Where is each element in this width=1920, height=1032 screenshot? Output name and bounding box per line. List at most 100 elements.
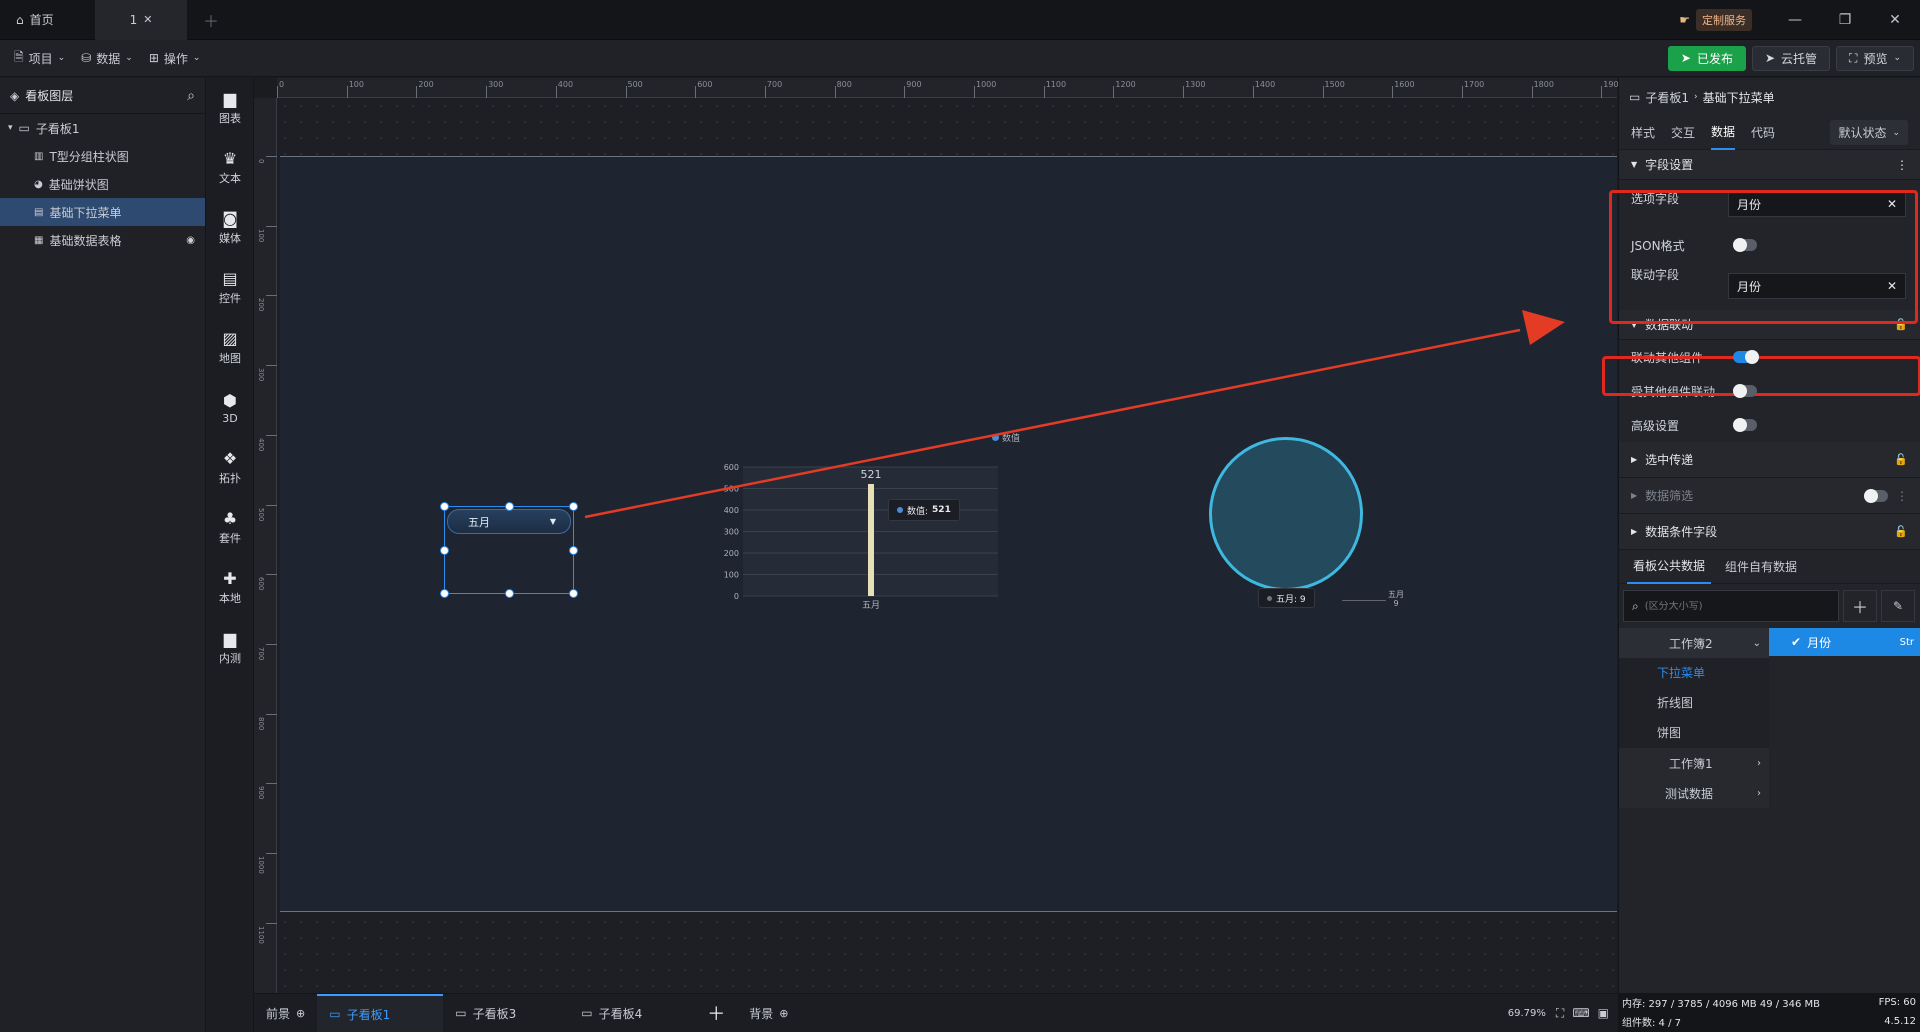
search-icon[interactable]: ⌕ xyxy=(187,88,195,104)
tree-item-dropdown[interactable]: 下拉菜单 xyxy=(1619,658,1769,688)
column-item-month[interactable]: ✔ 月份 Str xyxy=(1769,628,1920,656)
advanced-settings-row: 高级设置 xyxy=(1619,408,1920,442)
tab-code[interactable]: 代码 xyxy=(1751,116,1775,150)
add-data-button[interactable]: ＋ xyxy=(1843,590,1877,622)
more-vertical-icon[interactable]: ⋮ xyxy=(1896,489,1908,503)
minimize-button[interactable]: — xyxy=(1770,0,1820,40)
tool-chart[interactable]: ▆ 图表 xyxy=(206,78,254,138)
tab-component-own-data[interactable]: 组件自有数据 xyxy=(1725,558,1797,575)
publish-button[interactable]: ➤ 已发布 xyxy=(1667,45,1746,71)
minimize-icon: — xyxy=(1788,11,1802,28)
tab-foreground-label: 前景 xyxy=(266,1006,291,1021)
layer-item-pie-chart[interactable]: ◕ 基础饼状图 xyxy=(0,170,205,198)
tab-data[interactable]: 数据 xyxy=(1711,116,1736,150)
menu-project[interactable]: 🗎 项目 ⌄ xyxy=(6,40,73,77)
keyboard-icon[interactable]: ⌨ xyxy=(1572,1006,1589,1020)
section-title: 字段设置 xyxy=(1645,158,1694,172)
tool-media[interactable]: ◙ 媒体 xyxy=(206,198,254,258)
tool-control[interactable]: ▤ 控件 xyxy=(206,258,254,318)
tab-board-public-data[interactable]: 看板公共数据 xyxy=(1627,550,1712,584)
tool-beta[interactable]: ▆ 内测 xyxy=(206,618,254,678)
ruler-label: 1100 xyxy=(1045,80,1067,89)
tab-home[interactable]: ⌂ 首页 xyxy=(0,0,95,40)
close-window-button[interactable]: ✕ xyxy=(1870,0,1920,40)
receive-link-toggle[interactable] xyxy=(1733,384,1757,398)
section-data-filter[interactable]: ▶ 数据筛选 ⋮ xyxy=(1619,478,1920,514)
resize-handle-nw[interactable] xyxy=(440,502,449,511)
fit-screen-icon[interactable]: ⛶ xyxy=(1556,1006,1564,1021)
tree-test-data[interactable]: 测试数据 › xyxy=(1619,778,1769,808)
edit-data-button[interactable]: ✎ xyxy=(1881,590,1915,622)
resize-handle-s[interactable] xyxy=(505,589,514,598)
add-tab-button[interactable]: ＋ xyxy=(187,0,235,40)
pie-chart-component[interactable]: 五月: 9 五月 9 xyxy=(1200,430,1420,610)
tab-style[interactable]: 样式 xyxy=(1631,116,1655,150)
lock-icon[interactable]: 🔓 xyxy=(1894,525,1908,538)
section-selected-pass[interactable]: ▶ 选中传递 🔓 xyxy=(1619,442,1920,478)
data-search-input[interactable] xyxy=(1644,600,1815,612)
add-circle-icon[interactable]: ⊕ xyxy=(779,1007,788,1020)
zoom-level[interactable]: 69.79% xyxy=(1508,1008,1546,1019)
tab-foreground[interactable]: 前景 ⊕ xyxy=(254,994,317,1032)
tool-topology[interactable]: ❖ 拓扑 xyxy=(206,438,254,498)
layer-item-table[interactable]: ▦ 基础数据表格 ◉ xyxy=(0,226,205,254)
dropdown-component[interactable]: 五月 ▼ xyxy=(440,502,578,598)
resize-handle-se[interactable] xyxy=(569,589,578,598)
cloud-host-button[interactable]: ➤ 云托管 xyxy=(1751,45,1831,71)
tree-item-line-chart[interactable]: 折线图 xyxy=(1619,688,1769,718)
menu-operation[interactable]: ⊞ 操作 ⌄ xyxy=(141,40,209,77)
restore-button[interactable]: ❐ xyxy=(1820,0,1870,40)
section-field-settings[interactable]: ▼ 字段设置 ⋮ xyxy=(1619,150,1920,180)
custom-service-button[interactable]: ☛ 定制服务 xyxy=(1679,8,1752,31)
send-icon: ➤ xyxy=(1764,51,1776,65)
tree-sheet-1[interactable]: 工作簿1 › xyxy=(1619,748,1769,778)
terminal-icon[interactable]: ▣ xyxy=(1598,1006,1609,1020)
layer-root[interactable]: ▾ ▭ 子看板1 xyxy=(0,114,205,142)
lock-icon[interactable]: 🔓 xyxy=(1894,453,1908,466)
add-circle-icon[interactable]: ⊕ xyxy=(296,1007,305,1020)
menu-data[interactable]: ⛁ 数据 ⌄ xyxy=(73,40,141,77)
preview-button[interactable]: ⛶ 预览 ⌄ xyxy=(1836,45,1914,71)
board-tab-bar: 前景 ⊕ ▭ 子看板1 ▭ 子看板3 ▭ 子看板4 ＋ 背景 ⊕ 69.79% … xyxy=(254,993,1617,1032)
close-icon[interactable]: ✕ xyxy=(143,13,152,26)
chevron-right-icon: › xyxy=(1757,757,1761,769)
tab-board-4[interactable]: ▭ 子看板4 xyxy=(569,994,695,1032)
resize-handle-w[interactable] xyxy=(440,546,449,555)
breadcrumb-root[interactable]: 子看板1 xyxy=(1645,89,1689,106)
data-search-box[interactable]: ⌕ xyxy=(1623,590,1839,622)
tab-board-4-label: 子看板4 xyxy=(598,1006,643,1021)
layer-item-dropdown[interactable]: ▤ 基础下拉菜单 xyxy=(0,198,205,226)
tab-board-1[interactable]: 1 ✕ xyxy=(95,0,187,40)
json-format-toggle[interactable] xyxy=(1733,238,1757,252)
state-select[interactable]: 默认状态 ⌄ xyxy=(1830,120,1908,145)
ruler-label: 200 xyxy=(418,80,434,89)
tool-local[interactable]: ✚ 本地 xyxy=(206,558,254,618)
resize-handle-ne[interactable] xyxy=(569,502,578,511)
tool-map[interactable]: ▨ 地图 xyxy=(206,318,254,378)
crown-icon: ♛ xyxy=(222,149,238,168)
eye-off-icon[interactable]: ◉ xyxy=(186,235,195,246)
resize-handle-sw[interactable] xyxy=(440,589,449,598)
tab-board-1[interactable]: ▭ 子看板1 xyxy=(317,993,444,1032)
bar-chart-component[interactable]: 600 500 400 300 200 100 0 521 五月 数值 数值: 521 xyxy=(720,430,1020,630)
tree-sheet-2[interactable]: 工作簿2 ⌄ xyxy=(1619,628,1769,658)
resize-handle-n[interactable] xyxy=(505,502,514,511)
advanced-settings-toggle[interactable] xyxy=(1733,418,1757,432)
tooltip-marker xyxy=(1267,595,1272,601)
tool-3d[interactable]: ⬢ 3D xyxy=(206,378,254,438)
section-condition-field[interactable]: ▶ 数据条件字段 🔓 xyxy=(1619,514,1920,550)
link-others-toggle[interactable] xyxy=(1733,350,1759,364)
tool-suite[interactable]: ♣ 套件 xyxy=(206,498,254,558)
dropdown-select[interactable]: 五月 ▼ xyxy=(447,509,571,534)
tab-interaction[interactable]: 交互 xyxy=(1671,116,1695,150)
tab-board-3[interactable]: ▭ 子看板3 xyxy=(443,994,569,1032)
tab-background[interactable]: 背景 ⊕ xyxy=(737,994,800,1032)
data-filter-toggle[interactable] xyxy=(1864,488,1888,503)
add-board-button[interactable]: ＋ xyxy=(695,994,737,1032)
tree-item-pie[interactable]: 饼图 xyxy=(1619,718,1769,748)
layer-item-bar-chart[interactable]: ▥ T型分组柱状图 xyxy=(0,142,205,170)
chevron-right-icon: › xyxy=(1693,92,1698,102)
tool-text[interactable]: ♛ 文本 xyxy=(206,138,254,198)
resize-handle-e[interactable] xyxy=(569,546,578,555)
more-vertical-icon[interactable]: ⋮ xyxy=(1896,158,1908,172)
